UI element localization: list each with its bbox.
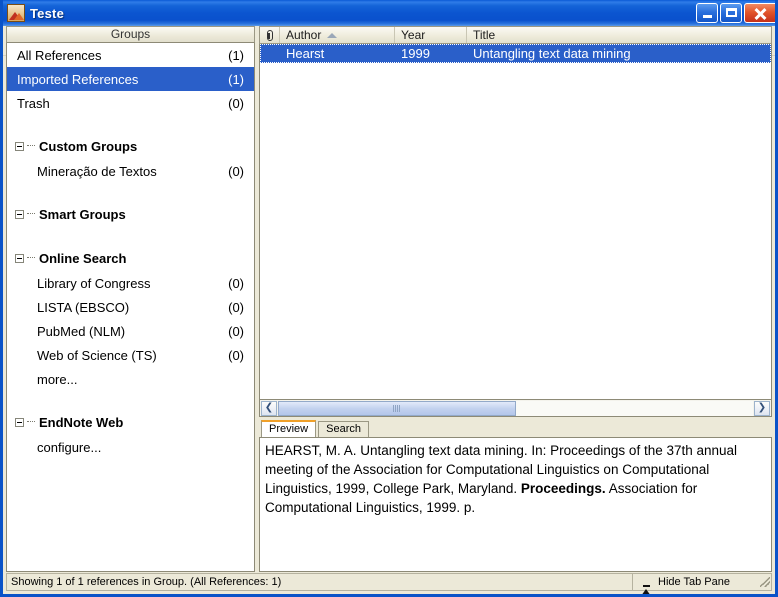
column-header-title[interactable]: Title	[467, 27, 771, 43]
maximize-button[interactable]	[720, 3, 742, 23]
groups-item-label: EndNote Web	[39, 414, 124, 430]
groups-pane-header: Groups	[6, 26, 255, 43]
groups-section-smart-groups[interactable]: Smart Groups	[7, 201, 254, 227]
groups-pane: Groups All References (1) Imported Referen…	[6, 26, 255, 572]
reference-row[interactable]: Hearst 1999 Untangling text data mining	[260, 44, 771, 63]
groups-spacer	[7, 183, 254, 201]
column-header-author[interactable]: Author	[280, 27, 395, 43]
groups-spacer	[7, 227, 254, 245]
column-header-title-label: Title	[473, 28, 496, 42]
hide-tab-pane-label: Hide Tab Pane	[658, 576, 730, 588]
references-pane: Author Year Title Hearst 1999 Untangling t…	[259, 26, 772, 572]
reference-list-wrap: Author Year Title Hearst 1999 Untangling t…	[259, 26, 772, 417]
tab-preview[interactable]: Preview	[261, 420, 317, 437]
groups-item-label: more...	[37, 371, 78, 387]
scroll-right-button[interactable]: ❯	[754, 400, 770, 416]
preview-bold-label: Proceedings.	[520, 481, 606, 496]
main-body: Groups All References (1) Imported Referen…	[6, 26, 772, 572]
collapse-toggle-icon[interactable]	[15, 141, 24, 151]
paperclip-icon	[266, 29, 273, 41]
groups-item-label: configure...	[37, 439, 102, 455]
groups-item-label: Web of Science (TS)	[37, 347, 157, 363]
groups-item-lista-ebsco[interactable]: LISTA (EBSCO) (0)	[7, 295, 254, 319]
endnote-window: Teste Dissertação (GBD)	[0, 0, 778, 597]
tree-connector	[27, 145, 35, 147]
sort-ascending-icon	[327, 32, 338, 38]
groups-item-configure[interactable]: configure...	[7, 435, 254, 459]
groups-item-count: (0)	[228, 95, 244, 111]
tab-strip: Preview Search	[259, 420, 772, 437]
groups-item-count: (1)	[228, 71, 244, 87]
tab-pane: Preview Search HEARST, M. A. Untangling …	[259, 420, 772, 572]
hscroll-thumb[interactable]	[278, 400, 516, 416]
groups-item-label: PubMed (NLM)	[37, 323, 126, 339]
hide-tab-pane-button[interactable]: Hide Tab Pane	[633, 576, 771, 594]
groups-item-label: Online Search	[39, 250, 127, 266]
reference-author: Hearst	[286, 46, 325, 61]
groups-item-count: (0)	[228, 347, 244, 363]
groups-item-count: (0)	[228, 275, 244, 291]
hscroll-track[interactable]	[278, 400, 753, 416]
tab-search[interactable]: Search	[318, 421, 369, 437]
collapse-toggle-icon[interactable]	[15, 209, 24, 219]
groups-section-endnote-web[interactable]: EndNote Web	[7, 409, 254, 435]
groups-item-label: Mineração de Textos	[37, 163, 157, 179]
groups-item-all-references[interactable]: All References (1)	[7, 43, 254, 67]
status-message: Showing 1 of 1 references in Group. (All…	[7, 574, 633, 590]
groups-item-count: (1)	[228, 47, 244, 63]
groups-item-label: Smart Groups	[39, 206, 126, 222]
groups-item-label: All References	[17, 47, 102, 63]
groups-item-count: (0)	[228, 323, 244, 339]
groups-item-count: (0)	[228, 299, 244, 315]
tree-connector	[27, 257, 35, 259]
groups-item-label: Trash	[17, 95, 50, 111]
collapse-toggle-icon[interactable]	[15, 417, 24, 427]
window-controls	[696, 3, 775, 23]
column-header-attachment[interactable]	[260, 27, 280, 43]
window-title: Teste	[30, 5, 64, 21]
up-arrow-bar-icon	[641, 577, 652, 594]
groups-item-label: Library of Congress	[37, 275, 151, 291]
groups-section-custom-groups[interactable]: Custom Groups	[7, 133, 254, 159]
grip-icon	[393, 404, 401, 412]
endnote-app-icon	[7, 4, 25, 22]
groups-item-minera-o-de-textos[interactable]: Mineração de Textos (0)	[7, 159, 254, 183]
groups-spacer	[7, 115, 254, 133]
groups-spacer	[7, 391, 254, 409]
preview-line-1: HEARST, M. A. Untangling text data minin…	[265, 443, 693, 458]
collapse-toggle-icon[interactable]	[15, 253, 24, 263]
groups-item-trash[interactable]: Trash (0)	[7, 91, 254, 115]
scroll-left-button[interactable]: ❮	[261, 400, 277, 416]
groups-item-label: Custom Groups	[39, 138, 138, 154]
title-bar: Teste	[3, 0, 775, 26]
status-bar: Showing 1 of 1 references in Group. (All…	[6, 573, 772, 594]
close-button[interactable]	[744, 3, 775, 23]
column-header-year-label: Year	[401, 28, 426, 42]
minimize-button[interactable]	[696, 3, 718, 23]
tree-connector	[27, 213, 35, 215]
column-header-year[interactable]: Year	[395, 27, 467, 43]
reference-list-header: Author Year Title	[259, 26, 772, 44]
reference-year: 1999	[401, 46, 430, 61]
tree-connector	[27, 421, 35, 423]
reference-list-hscrollbar[interactable]: ❮ ❯	[259, 400, 772, 417]
groups-item-label: Imported References	[17, 71, 139, 87]
groups-item-count: (0)	[228, 163, 244, 179]
reference-list[interactable]: Hearst 1999 Untangling text data mining	[259, 44, 772, 400]
groups-section-online-search[interactable]: Online Search	[7, 245, 254, 271]
column-header-author-label: Author	[286, 28, 322, 42]
preview-text: HEARST, M. A. Untangling text data minin…	[259, 437, 772, 572]
groups-item-pubmed-nlm[interactable]: PubMed (NLM) (0)	[7, 319, 254, 343]
groups-item-imported-references[interactable]: Imported References (1)	[7, 67, 254, 91]
resize-grip-icon[interactable]	[760, 577, 770, 587]
reference-title: Untangling text data mining	[473, 46, 631, 61]
groups-item-more[interactable]: more...	[7, 367, 254, 391]
groups-item-library-of-congress[interactable]: Library of Congress (0)	[7, 271, 254, 295]
groups-item-label: LISTA (EBSCO)	[37, 299, 130, 315]
groups-item-web-of-science-ts[interactable]: Web of Science (TS) (0)	[7, 343, 254, 367]
groups-list[interactable]: All References (1) Imported References (1) T…	[6, 43, 255, 572]
